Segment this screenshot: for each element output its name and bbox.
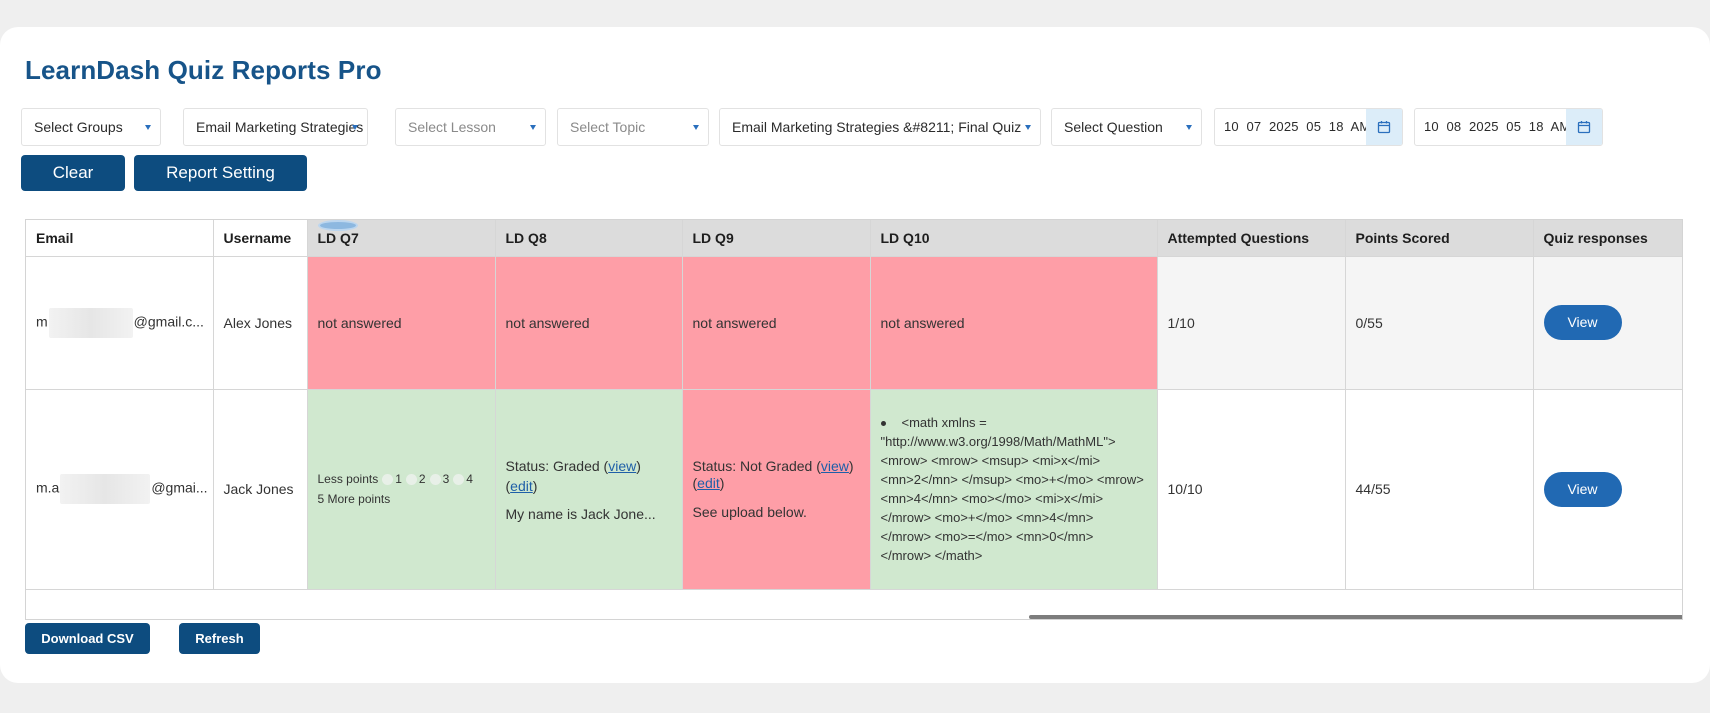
refresh-button[interactable]: Refresh (179, 623, 260, 654)
q7-cell: Less points 1 2 3 4 5 More points (307, 220, 496, 590)
topic-select[interactable]: Select Topic (557, 108, 709, 146)
separator-text: ) (532, 478, 538, 494)
column-header: LD Q10 (870, 220, 1158, 257)
redacted-email (48, 307, 133, 338)
table-row: m @gmail.c... Alex Jones not answered not… (26, 256, 1682, 390)
mathml-text: <math xmlns = "http://www.w3.org/1998/Ma… (880, 415, 1144, 563)
report-panel: LearnDash Quiz Reports Pro Select Groups… (0, 27, 1710, 683)
groups-select[interactable]: Select Groups (21, 108, 161, 146)
course-select[interactable]: Email Marketing Strategies (183, 108, 368, 146)
status-text: Status: Graded ( (505, 458, 609, 474)
horizontal-scrollbar[interactable] (26, 614, 1682, 619)
radio-option[interactable] (429, 474, 441, 486)
rating-scale: Less points 1 2 3 4 5 More points (317, 220, 485, 509)
radio-option[interactable] (405, 474, 417, 486)
date-to-field[interactable]: 10 08 2025 05 18 AM (1414, 108, 1603, 146)
table-header-row: Email Username LD Q7 LD Q8 LD Q9 LD Q10 … (26, 220, 1682, 257)
column-header: Points Scored (1345, 220, 1534, 257)
scale-option-label: 3 (442, 472, 450, 486)
q9-cell: Status: Not Graded (view) (edit) See upl… (682, 389, 871, 590)
radio-option-selected[interactable] (317, 220, 358, 231)
page-title: LearnDash Quiz Reports Pro (25, 55, 382, 85)
email-suffix: @gmail.c... (133, 313, 204, 330)
answer-text: My name is Jack Jone... (505, 506, 656, 522)
email-prefix: m.a (36, 479, 60, 496)
view-link[interactable]: view (821, 458, 849, 474)
scrollbar-thumb[interactable] (1029, 615, 1682, 619)
scale-option-label: 2 (418, 472, 426, 486)
download-csv-button[interactable]: Download CSV (25, 623, 150, 654)
chevron-down-icon (1186, 125, 1192, 130)
column-header: LD Q9 (682, 220, 871, 257)
report-table: Email Username LD Q7 LD Q8 LD Q9 LD Q10 … (26, 220, 1682, 590)
redacted-email (60, 474, 151, 504)
q10-cell: not answered (870, 256, 1158, 390)
date-to-value: 10 08 2025 05 18 AM (1424, 119, 1571, 134)
q8-cell: Status: Graded (view) (edit) My name is … (495, 389, 683, 590)
date-from-field[interactable]: 10 07 2025 05 18 AM (1214, 108, 1403, 146)
username-cell: Alex Jones (213, 256, 308, 390)
attempted-cell: 1/10 (1157, 256, 1346, 390)
email-suffix: @gmai... (151, 479, 208, 496)
course-select-label: Email Marketing Strategies (196, 119, 364, 135)
chevron-down-icon (352, 125, 358, 130)
clear-button[interactable]: Clear (21, 155, 125, 191)
column-header: Email (26, 220, 214, 257)
grading-status: Status: Graded (view) (edit) (506, 456, 672, 496)
radio-option[interactable] (382, 474, 394, 486)
points-cell: 44/55 (1345, 389, 1534, 590)
column-header: Username (213, 220, 308, 257)
chevron-down-icon (693, 125, 699, 130)
view-link[interactable]: view (608, 458, 636, 474)
email-prefix: m (36, 313, 48, 330)
scale-option-label: 1 (395, 472, 402, 486)
email-cell: m @gmail.c... (26, 256, 214, 390)
table-row: m.a @gmai... Jack Jones Less points 1 2 3 4 5… (26, 220, 1682, 590)
responses-cell: View (1533, 389, 1682, 590)
chevron-down-icon (530, 125, 536, 130)
q9-cell: not answered (682, 256, 871, 390)
topic-select-label: Select Topic (570, 119, 646, 135)
math-answer: <math xmlns = "http://www.w3.org/1998/Ma… (880, 413, 1147, 565)
column-header: LD Q8 (495, 220, 683, 257)
points-cell: 0/55 (1345, 256, 1534, 390)
groups-select-label: Select Groups (34, 119, 123, 135)
scale-option-label: 4 (466, 472, 473, 486)
responses-cell: View (1533, 256, 1682, 390)
lesson-select[interactable]: Select Lesson (395, 108, 546, 146)
view-responses-button[interactable]: View (1543, 305, 1622, 340)
q10-cell: <math xmlns = "http://www.w3.org/1998/Ma… (870, 389, 1158, 590)
q8-cell: not answered (495, 256, 683, 390)
scale-max-label: 5 More points (317, 492, 391, 506)
q7-cell: not answered (307, 256, 496, 390)
quiz-select-label: Email Marketing Strategies &#8211; Final… (732, 119, 1022, 135)
quiz-select[interactable]: Email Marketing Strategies &#8211; Final… (719, 108, 1041, 146)
scale-min-label: Less points (317, 472, 379, 486)
edit-link[interactable]: edit (510, 478, 533, 494)
edit-link[interactable]: edit (697, 475, 720, 491)
lesson-select-label: Select Lesson (408, 119, 496, 135)
grading-status: Status: Not Graded (view) (edit) (693, 458, 860, 492)
date-from-value: 10 07 2025 05 18 AM (1224, 119, 1371, 134)
attempted-cell: 10/10 (1157, 389, 1346, 590)
calendar-icon[interactable] (1566, 109, 1602, 145)
report-setting-button[interactable]: Report Setting (134, 155, 307, 191)
radio-option[interactable] (453, 474, 465, 486)
upload-note: See upload below. (692, 504, 807, 520)
report-table-container: Email Username LD Q7 LD Q8 LD Q9 LD Q10 … (25, 219, 1683, 620)
chevron-down-icon (145, 125, 151, 130)
chevron-down-icon (1025, 125, 1031, 130)
column-header: Attempted Questions (1157, 220, 1346, 257)
question-select[interactable]: Select Question (1051, 108, 1202, 146)
separator-text: ) (719, 475, 725, 491)
question-select-label: Select Question (1064, 119, 1163, 135)
email-cell: m.a @gmai... (26, 389, 214, 590)
calendar-icon[interactable] (1366, 109, 1402, 145)
filter-bar: Select Groups Email Marketing Strategies… (21, 108, 1661, 146)
status-text: Status: Not Graded ( (692, 458, 821, 474)
username-cell: Jack Jones (213, 389, 308, 590)
column-header: Quiz responses (1533, 220, 1682, 257)
bullet-icon (880, 421, 886, 427)
view-responses-button[interactable]: View (1543, 471, 1622, 507)
